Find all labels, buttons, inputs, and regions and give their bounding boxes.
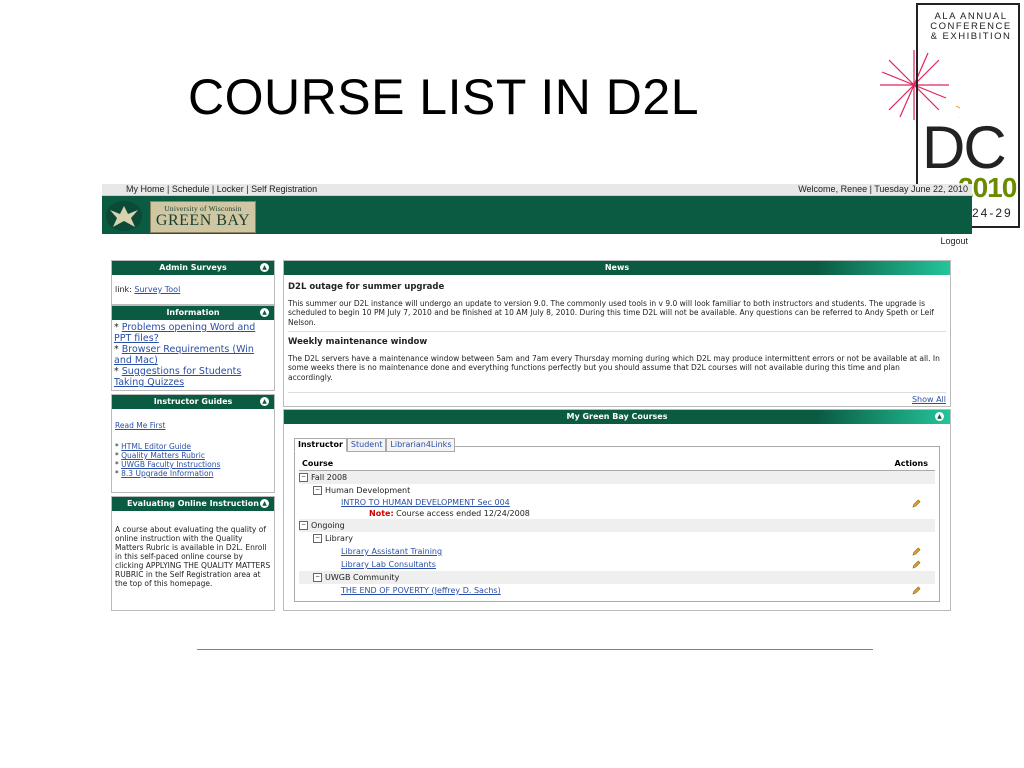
- collapse-icon[interactable]: ▲: [260, 263, 269, 272]
- col-actions: Actions: [894, 459, 928, 468]
- widget-title: Admin Surveys: [159, 263, 227, 272]
- info-link[interactable]: Problems opening Word and PPT files?: [114, 322, 255, 344]
- news-body: This summer our D2L instance will underg…: [288, 298, 934, 327]
- pencil-icon[interactable]: [912, 499, 921, 508]
- widget-title: Instructor Guides: [153, 397, 233, 406]
- collapse-icon[interactable]: ▲: [260, 397, 269, 406]
- course-row: Library Lab Consultants: [299, 558, 935, 571]
- university-logo[interactable]: University of Wisconsin GREEN BAY: [150, 201, 256, 233]
- info-link[interactable]: Suggestions for Students Taking Quizzes: [114, 366, 241, 388]
- guide-link[interactable]: UWGB Faculty Instructions: [121, 460, 220, 469]
- guide-link[interactable]: 8.3 Upgrade Information: [121, 469, 213, 478]
- top-nav-bar: My Home | Schedule | Locker | Self Regis…: [102, 184, 972, 196]
- admin-surveys-widget: Admin Surveys ▲ link: Survey Tool: [111, 260, 275, 305]
- course-link[interactable]: INTRO TO HUMAN DEVELOPMENT Sec 004: [341, 498, 510, 507]
- courses-panel: My Green Bay Courses ▲ Instructor Student L…: [283, 409, 951, 611]
- collapse-icon[interactable]: ▲: [260, 499, 269, 508]
- news-title: Weekly maintenance window: [288, 337, 428, 347]
- nav-separator: |: [243, 184, 252, 194]
- course-link[interactable]: Library Assistant Training: [341, 547, 442, 556]
- read-me-first-link[interactable]: Read Me First: [115, 421, 165, 430]
- collapse-icon[interactable]: ▲: [935, 412, 944, 421]
- tab-instructor[interactable]: Instructor: [294, 438, 347, 452]
- news-title: D2L outage for summer upgrade: [288, 282, 445, 292]
- show-all-link[interactable]: Show All: [912, 395, 946, 404]
- right-column: News D2L outage for summer upgrade This …: [283, 260, 951, 615]
- info-link[interactable]: Browser Requirements (Win and Mac): [114, 344, 254, 366]
- information-widget: Information ▲ * Problems opening Word and…: [111, 305, 275, 391]
- logo-dates: 24-29: [972, 206, 1013, 220]
- collapse-minus-icon[interactable]: −: [299, 521, 308, 530]
- news-item: Weekly maintenance window The D2L server…: [284, 332, 950, 393]
- department-row[interactable]: − Library: [299, 532, 935, 545]
- logo-conference-text: ALA ANNUAL CONFERENCE & EXHIBITION: [930, 11, 1012, 42]
- pencil-icon[interactable]: [912, 560, 921, 569]
- course-tabs: Instructor Student Librarian4Links: [284, 424, 950, 452]
- nav-locker[interactable]: Locker: [217, 184, 244, 194]
- courses-header: My Green Bay Courses: [566, 412, 668, 421]
- collapse-minus-icon[interactable]: −: [313, 534, 322, 543]
- course-link[interactable]: THE END OF POVERTY (Jeffrey D. Sachs): [341, 586, 501, 595]
- left-column: Admin Surveys ▲ link: Survey Tool Informa…: [111, 260, 275, 614]
- guide-link[interactable]: HTML Editor Guide: [121, 442, 191, 451]
- header-banner: University of Wisconsin GREEN BAY: [102, 196, 972, 234]
- collapse-minus-icon[interactable]: −: [313, 573, 322, 582]
- slide-title: COURSE LIST IN D2L: [188, 69, 700, 125]
- news-header: News: [284, 261, 950, 275]
- widget-title: Evaluating Online Instruction: [127, 499, 259, 508]
- course-link[interactable]: Library Lab Consultants: [341, 560, 436, 569]
- nav-separator: |: [209, 184, 217, 194]
- collapse-minus-icon[interactable]: −: [299, 473, 308, 482]
- welcome-text: Welcome, Renee | Tuesday June 22, 2010: [798, 184, 968, 194]
- logo-dc: DC: [922, 114, 1007, 181]
- course-note: Note: Course access ended 12/24/2008: [369, 509, 530, 518]
- course-row: THE END OF POVERTY (Jeffrey D. Sachs): [299, 584, 935, 597]
- tab-librarian4links[interactable]: Librarian4Links: [386, 438, 456, 452]
- table-header: Course Actions: [299, 457, 935, 471]
- footer-divider: [197, 649, 873, 650]
- collapse-icon[interactable]: ▲: [260, 308, 269, 317]
- nav-self-registration[interactable]: Self Registration: [251, 184, 317, 194]
- pencil-icon[interactable]: [912, 547, 921, 556]
- course-row: INTRO TO HUMAN DEVELOPMENT Sec 004: [299, 497, 935, 508]
- col-course: Course: [302, 459, 334, 468]
- survey-prefix: link:: [115, 285, 135, 294]
- survey-tool-link[interactable]: Survey Tool: [134, 285, 180, 294]
- nav-schedule[interactable]: Schedule: [172, 184, 210, 194]
- tab-student[interactable]: Student: [346, 438, 387, 452]
- guide-link[interactable]: Quality Matters Rubric: [121, 451, 205, 460]
- semester-row[interactable]: − Ongoing: [299, 519, 935, 532]
- course-table: Course Actions − Fall 2008 − Human Develop…: [294, 446, 940, 602]
- logout-link[interactable]: Logout: [940, 236, 968, 246]
- pencil-icon[interactable]: [912, 586, 921, 595]
- news-panel: News D2L outage for summer upgrade This …: [283, 260, 951, 407]
- course-row: Library Assistant Training: [299, 545, 935, 558]
- evaluating-online-widget: Evaluating Online Instruction ▲ A course …: [111, 496, 275, 611]
- evaluating-text: A course about evaluating the quality of…: [115, 525, 271, 588]
- semester-row[interactable]: − Fall 2008: [299, 471, 935, 484]
- phoenix-icon: [106, 201, 142, 231]
- widget-title: Information: [166, 308, 220, 317]
- news-item: D2L outage for summer upgrade This summe…: [284, 275, 950, 332]
- d2l-screenshot: My Home | Schedule | Locker | Self Regis…: [102, 184, 972, 652]
- department-row[interactable]: − Human Development: [299, 484, 935, 497]
- collapse-minus-icon[interactable]: −: [313, 486, 322, 495]
- top-nav: My Home | Schedule | Locker | Self Regis…: [126, 184, 317, 195]
- nav-my-home[interactable]: My Home: [126, 184, 165, 194]
- instructor-guides-widget: Instructor Guides ▲ Read Me First * HTML …: [111, 394, 275, 493]
- department-row[interactable]: − UWGB Community: [299, 571, 935, 584]
- nav-separator: |: [164, 184, 172, 194]
- news-body: The D2L servers have a maintenance windo…: [288, 353, 940, 382]
